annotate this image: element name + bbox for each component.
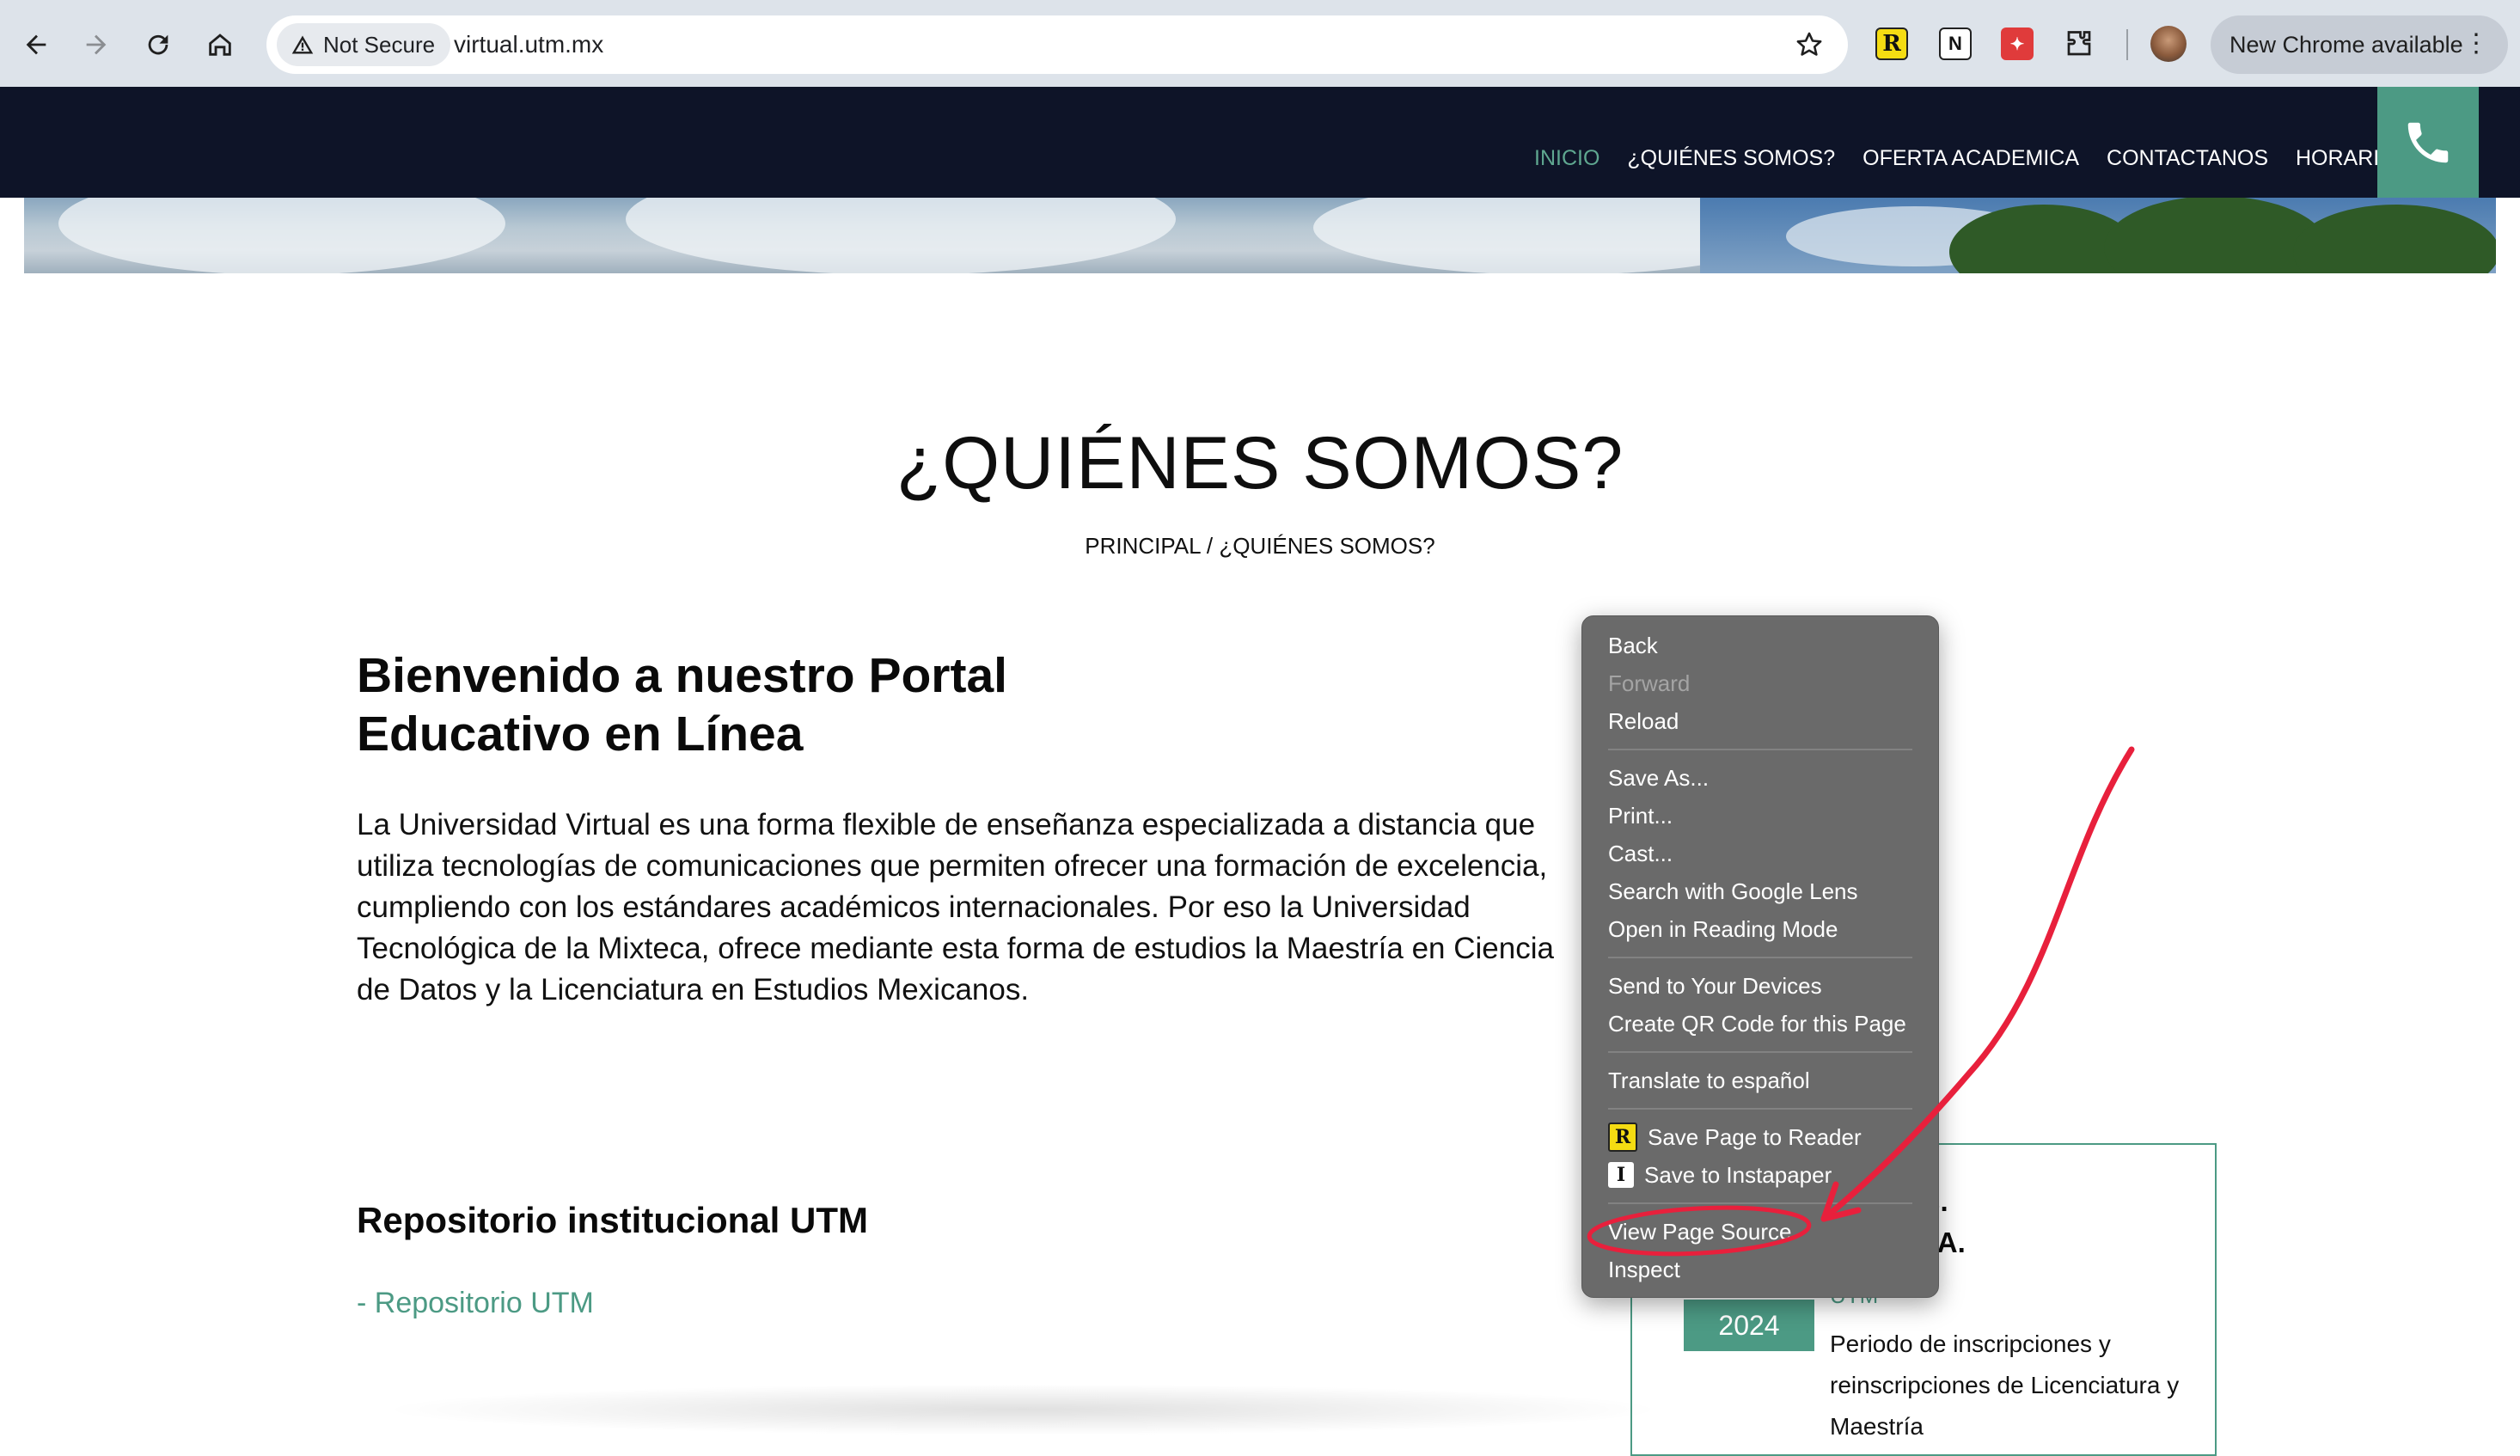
highlight-circle: [1587, 1205, 1812, 1257]
red-annotation-overlay: [1587, 746, 2135, 1257]
arrow-line: [1820, 746, 2135, 1222]
